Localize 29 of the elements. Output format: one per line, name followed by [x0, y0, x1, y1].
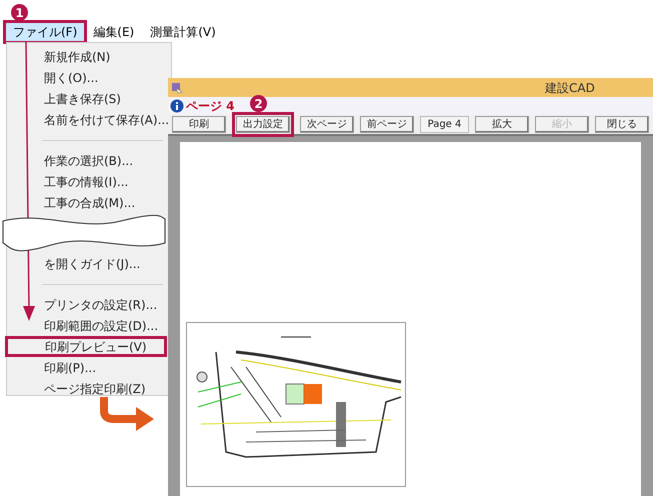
menu-item[interactable]: ページ指定印刷(Z)	[7, 378, 171, 399]
step-number-badge: 1	[11, 4, 28, 21]
info-icon	[170, 99, 184, 113]
window-title: 建設CAD	[545, 80, 595, 96]
page-heading: ページ 4	[186, 98, 235, 115]
menu-item[interactable]: 名前を付けて保存(A)...	[7, 109, 171, 130]
menu-item[interactable]: 工事の合成(M)...	[7, 192, 171, 213]
toolbar-button[interactable]: 出力設定	[236, 116, 290, 133]
menu-item[interactable]: を開くガイド(J)...	[7, 253, 171, 274]
menu-item[interactable]: 印刷範囲の設定(D)...	[7, 315, 171, 336]
menu-item[interactable]: 印刷プレビュー(V)	[5, 336, 167, 357]
menu-item[interactable]: 作業の選択(B)...	[7, 150, 171, 171]
menu-item[interactable]: 上書き保存(S)	[7, 88, 171, 109]
menu-item[interactable]: 印刷(P)...	[7, 357, 171, 378]
toolbar-button[interactable]: 前ページ	[360, 116, 414, 133]
menu-bar-item[interactable]: 編集(E)	[85, 22, 142, 42]
page-number-field: Page 4	[420, 116, 469, 133]
app-icon	[171, 82, 183, 94]
menu-bar-item[interactable]: ファイル(F)	[5, 22, 86, 42]
menu-item[interactable]: 開く(O)...	[7, 67, 171, 88]
menu-item[interactable]: プリンタの設定(R)...	[7, 294, 171, 315]
toolbar-button[interactable]: 拡大	[475, 116, 529, 133]
menu-item[interactable]: 新規作成(N)	[7, 46, 171, 67]
toolbar-button[interactable]: 印刷	[172, 116, 226, 133]
menu-bar-item[interactable]: 測量計算(V)	[142, 22, 224, 42]
toolbar-button[interactable]: 閉じる	[595, 116, 649, 133]
curved-arrow-icon	[100, 397, 155, 431]
toolbar-button[interactable]: 次ページ	[300, 116, 354, 133]
menu-item[interactable]: 工事の情報(I)...	[7, 171, 171, 192]
